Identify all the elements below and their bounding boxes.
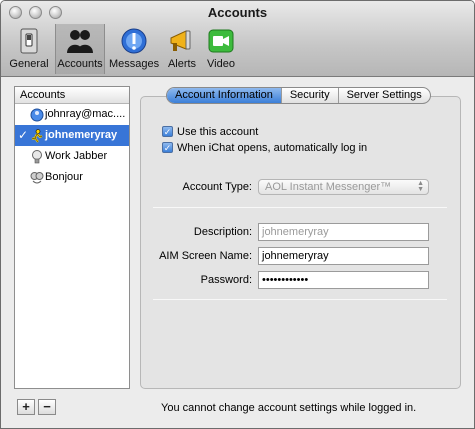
password-field[interactable]: •••••••••••• xyxy=(258,271,429,289)
toolbar-messages-button[interactable]: Messages xyxy=(109,24,159,74)
toolbar-general-button[interactable]: General xyxy=(7,24,51,74)
account-type-popup: AOL Instant Messenger™ ▲ ▼ xyxy=(258,179,429,195)
tab-security[interactable]: Security xyxy=(282,88,339,103)
settings-tabs: Account Information Security Server Sett… xyxy=(166,87,431,104)
accounts-people-icon xyxy=(66,27,94,55)
account-type-value: AOL Instant Messenger™ xyxy=(265,181,392,193)
account-item-label: johnray@mac.... xyxy=(45,108,126,120)
description-field: johnemeryray xyxy=(258,223,429,241)
toolbar-alerts-button[interactable]: Alerts xyxy=(162,24,202,74)
account-item-aim[interactable]: ✓ johnemeryray xyxy=(15,125,129,146)
toolbar-messages-label: Messages xyxy=(109,58,160,70)
account-item-label: Work Jabber xyxy=(45,150,108,162)
account-type-label: Account Type: xyxy=(182,181,252,193)
toolbar-alerts-label: Alerts xyxy=(167,58,197,70)
remove-account-button[interactable]: − xyxy=(38,399,56,415)
window-title: Accounts xyxy=(207,5,268,20)
aim-runner-icon xyxy=(30,129,44,143)
dotmac-icon xyxy=(30,108,44,122)
auto-login-label: When iChat opens, automatically log in xyxy=(177,142,368,154)
password-label: Password: xyxy=(200,274,252,286)
account-item-label: johnemeryray xyxy=(45,129,118,141)
status-message: You cannot change account settings while… xyxy=(161,402,417,414)
screen-name-field[interactable]: johnemeryray xyxy=(258,247,429,265)
toolbar-general-label: General xyxy=(9,58,49,70)
description-label: Description: xyxy=(193,226,252,238)
online-checkmark-icon: ✓ xyxy=(18,128,29,142)
add-account-button[interactable]: + xyxy=(17,399,35,415)
toolbar-accounts-label: Accounts xyxy=(57,58,103,70)
divider xyxy=(153,207,447,208)
account-settings-panel xyxy=(140,96,461,389)
toolbar-accounts-button[interactable]: Accounts xyxy=(55,24,105,74)
screen-name-label: AIM Screen Name: xyxy=(159,250,252,262)
bonjour-icon xyxy=(30,171,44,185)
accounts-window: Accounts General Accounts Messages Alert… xyxy=(0,0,475,429)
title-bar: Accounts General Accounts Messages Alert… xyxy=(1,1,474,77)
toolbar-video-button[interactable]: Video xyxy=(203,24,239,74)
account-item-label: Bonjour xyxy=(45,171,83,183)
messages-info-icon xyxy=(120,27,148,55)
account-item-jabber[interactable]: Work Jabber xyxy=(15,146,129,167)
general-switch-icon xyxy=(15,27,43,55)
accounts-list-header: Accounts xyxy=(15,87,129,104)
use-account-checkbox[interactable]: ✓ xyxy=(162,126,173,137)
tab-account-information[interactable]: Account Information xyxy=(167,88,282,103)
account-item-dotmac[interactable]: johnray@mac.... xyxy=(15,104,129,125)
auto-login-checkbox[interactable]: ✓ xyxy=(162,142,173,153)
use-account-label: Use this account xyxy=(177,126,259,138)
alerts-megaphone-icon xyxy=(168,27,196,55)
jabber-bulb-icon xyxy=(30,150,44,164)
divider xyxy=(153,299,447,300)
tab-server-settings[interactable]: Server Settings xyxy=(339,88,430,103)
popup-arrows-icon: ▲ ▼ xyxy=(417,180,424,193)
toolbar-video-label: Video xyxy=(207,58,235,70)
video-camera-icon xyxy=(207,27,235,55)
